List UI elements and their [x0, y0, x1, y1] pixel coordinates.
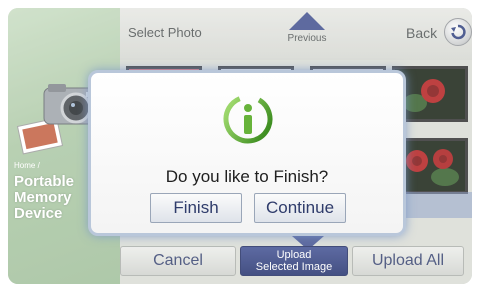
continue-button[interactable]: Continue: [254, 193, 346, 223]
dialog-message: Do you like to Finish?: [165, 167, 329, 186]
finish-dialog: Do you like to Finish? Finish Continue: [88, 70, 406, 236]
finish-button[interactable]: Finish: [150, 193, 242, 223]
info-icon: [223, 94, 273, 144]
